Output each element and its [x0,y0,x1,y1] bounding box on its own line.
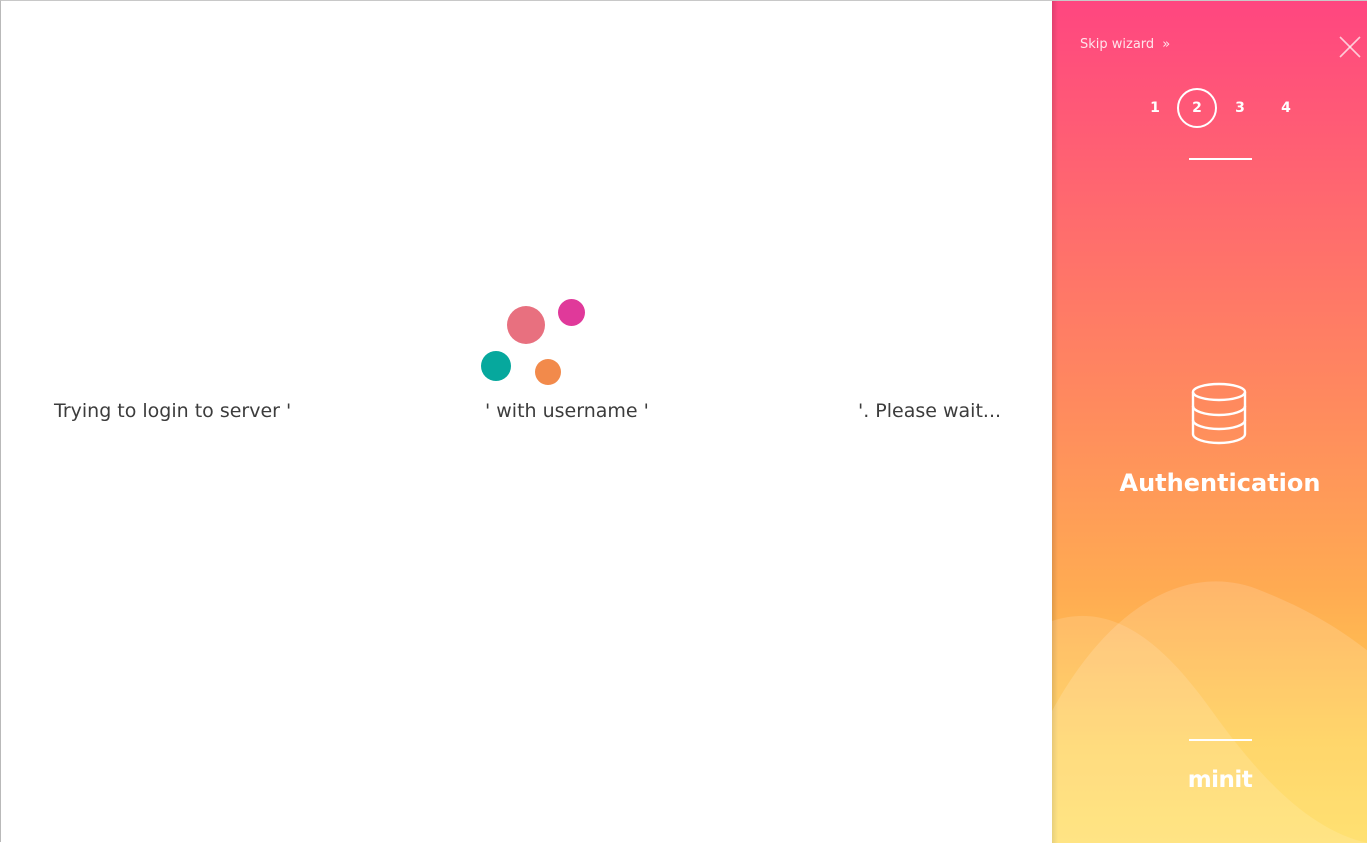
spinner-dot-orange [535,359,561,385]
spinner-dot-teal [481,351,511,381]
step-4[interactable]: 4 [1266,88,1306,128]
section-title: Authentication [1119,469,1321,497]
wizard-window: Trying to login to server ' ' with usern… [0,0,1367,843]
spinner-dot-rose [507,306,545,344]
status-text-server: Trying to login to server ' [54,400,292,422]
step-2-active[interactable]: 2 [1177,88,1217,128]
divider-bottom [1189,739,1252,741]
step-indicator: 1 2 3 4 [1052,88,1367,130]
loading-spinner [472,292,602,402]
skip-wizard-link[interactable]: Skip wizard » [1080,37,1170,52]
step-1[interactable]: 1 [1135,88,1175,128]
wizard-side-panel: Skip wizard » 1 2 3 4 Authentication mini… [1052,1,1367,843]
database-icon [1191,382,1247,445]
panel-wave-decoration [1052,581,1367,843]
step-3[interactable]: 3 [1220,88,1260,128]
login-status-message: Trying to login to server ' ' with usern… [2,400,1052,428]
main-content: Trying to login to server ' ' with usern… [2,2,1052,843]
close-icon[interactable] [1338,35,1362,59]
skip-wizard-label: Skip wizard [1080,37,1155,52]
divider-top [1189,158,1252,160]
minit-logo: minit [1187,767,1253,793]
status-text-username: ' with username ' [485,400,649,422]
status-text-wait: '. Please wait... [858,400,1002,422]
double-chevron-right-icon: » [1162,37,1171,52]
spinner-dot-magenta [558,299,585,326]
